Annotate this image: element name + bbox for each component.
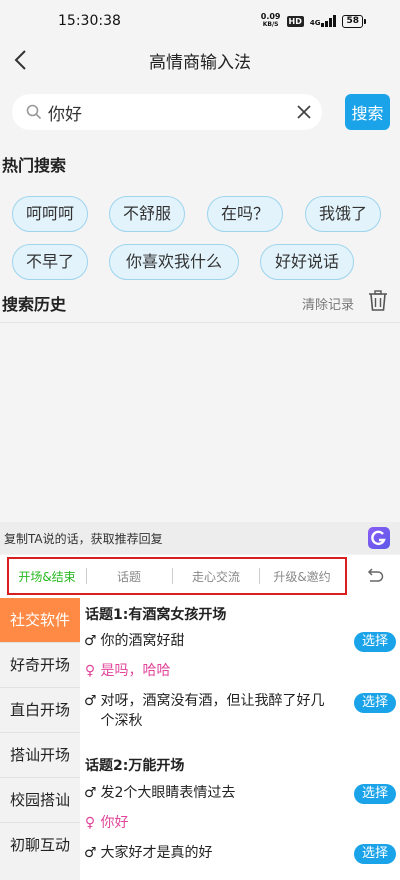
divider [0,322,400,323]
net-speed: 0.09 KB/S [260,12,281,29]
message-line: ♂ 发2个大眼睛表情过去 [84,785,236,801]
tab-opening-ending[interactable]: 开场&结束 [10,568,84,585]
app-logo-icon[interactable] [368,527,390,549]
hot-tag[interactable]: 你喜欢我什么 [109,244,239,280]
select-button[interactable]: 选择 [354,784,396,804]
clear-history-button[interactable]: 清除记录 [302,294,354,313]
sidebar-item-first-chat[interactable]: 初聊互动 [0,823,80,867]
male-icon: ♂ [84,845,97,861]
hot-tag[interactable]: 我饿了 [305,196,381,232]
tab-topic[interactable]: 话题 [88,568,170,585]
sidebar-item-direct-opening[interactable]: 直白开场 [0,688,80,732]
undo-icon[interactable] [364,567,384,585]
message-line: ♂ 你的酒窝好甜 [84,633,185,649]
topic-title: 话题2:万能开场 [85,758,185,774]
select-button[interactable]: 选择 [354,693,396,713]
message-line-continued: 个深秋 [100,713,143,729]
page-title: 高情商输入法 [149,53,251,73]
select-button[interactable]: 选择 [354,632,396,652]
sidebar-item-social-apps[interactable]: 社交软件 [0,598,80,642]
signal-icon: 4G [310,15,337,27]
trash-icon[interactable] [368,290,388,312]
male-icon: ♂ [84,785,97,801]
message-line: ♀ 你好 [84,815,129,831]
clear-icon[interactable] [296,104,312,120]
sidebar-item-pickup-opening[interactable]: 搭讪开场 [0,733,80,777]
search-input[interactable] [48,98,288,126]
search-history-title: 搜索历史 [2,295,67,314]
female-icon: ♀ [84,815,96,831]
status-bar: 15:30:38 0.09 KB/S HD 4G 58 [0,0,400,42]
search-button[interactable]: 搜索 [345,94,390,130]
copy-hint-text: 复制TA说的话，获取推荐回复 [4,532,163,546]
hot-tag[interactable]: 呵呵呵 [12,196,88,232]
topic-title: 话题1:有酒窝女孩开场 [85,607,227,623]
sidebar-item-curious-opening[interactable]: 好奇开场 [0,643,80,687]
category-sidebar: 社交软件 好奇开场 直白开场 搭讪开场 校园搭讪 初聊互动 [0,598,80,880]
female-icon: ♀ [84,663,96,679]
hot-tag[interactable]: 不早了 [12,244,88,280]
hot-tag[interactable]: 好好说话 [260,244,354,280]
hot-tag[interactable]: 在吗？ [207,196,283,232]
hot-search-title: 热门搜索 [2,156,67,175]
tab-upgrade-invite[interactable]: 升级&邀约 [261,568,343,585]
tab-heart-talk[interactable]: 走心交流 [174,568,258,585]
category-tabbar: 开场&结束 话题 走心交流 升级&邀约 [0,555,400,599]
nav-bar: 高情商输入法 [0,42,400,78]
status-time: 15:30:38 [58,13,121,29]
male-icon: ♂ [84,693,97,709]
battery-icon: 58 [342,14,366,28]
message-line: ♀ 是吗，哈哈 [84,663,171,679]
search-icon [26,104,42,120]
copy-hint-bar: 复制TA说的话，获取推荐回复 [0,522,400,554]
select-button[interactable]: 选择 [354,844,396,864]
search-box[interactable] [12,94,322,130]
message-line: ♂ 大家好才是真的好 [84,845,213,861]
status-icons: 0.09 KB/S HD 4G 58 [261,13,366,29]
sidebar-item-campus-pickup[interactable]: 校园搭讪 [0,778,80,822]
hd-badge: HD [286,15,304,27]
hot-tag[interactable]: 不舒服 [109,196,185,232]
message-line: ♂ 对呀，酒窝没有酒，但让我醉了好几 [84,693,325,709]
male-icon: ♂ [84,633,97,649]
topic-content: 话题1:有酒窝女孩开场 ♂ 你的酒窝好甜 选择 ♀ 是吗，哈哈 ♂ 对呀，酒窝没… [80,598,400,880]
